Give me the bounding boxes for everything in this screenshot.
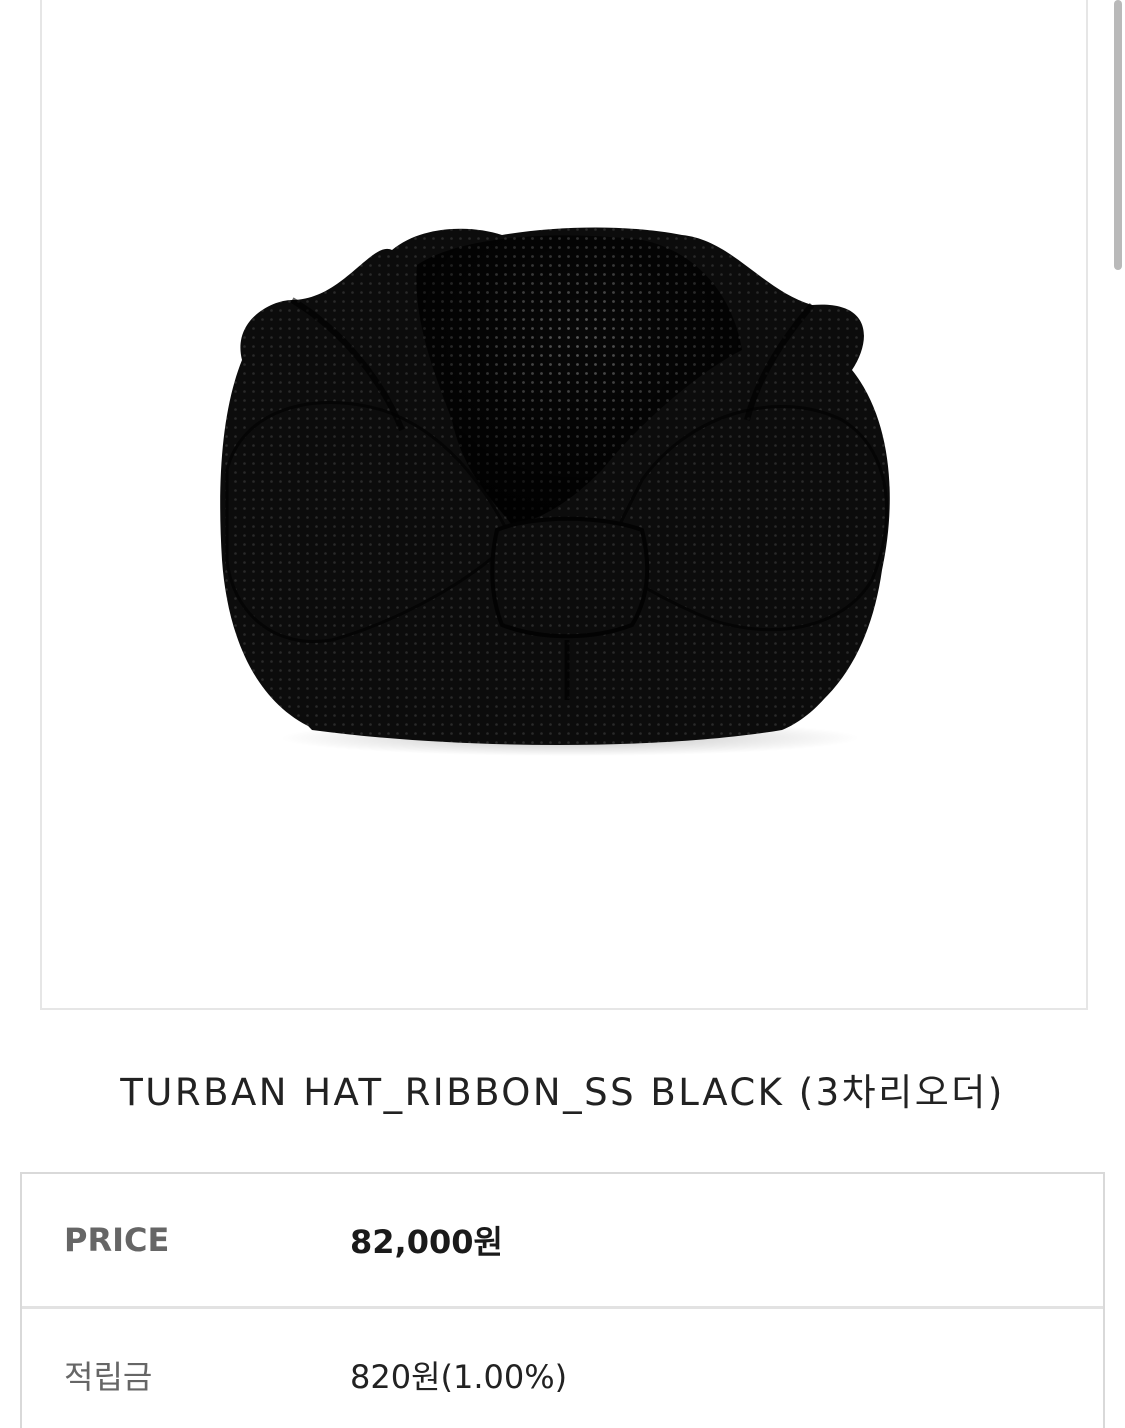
product-image	[220, 227, 890, 756]
product-title: TURBAN HAT_RIBBON_SS BLACK (3차리오더)	[120, 1071, 1005, 1114]
points-label: 적립금	[64, 1358, 153, 1396]
product-detail-page: TURBAN HAT_RIBBON_SS BLACK (3차리오더) PRICE…	[0, 0, 1125, 1428]
product-image-frame[interactable]	[40, 0, 1088, 1010]
price-value: 82,000원	[350, 1223, 503, 1261]
price-label: PRICE	[64, 1221, 170, 1259]
points-row: 적립금 820원(1.00%)	[22, 1309, 1103, 1428]
points-value: 820원(1.00%)	[350, 1358, 568, 1396]
product-info-table: PRICE 82,000원 적립금 820원(1.00%)	[20, 1172, 1105, 1428]
scrollbar-thumb[interactable]	[1114, 0, 1122, 270]
price-row: PRICE 82,000원	[22, 1174, 1103, 1309]
